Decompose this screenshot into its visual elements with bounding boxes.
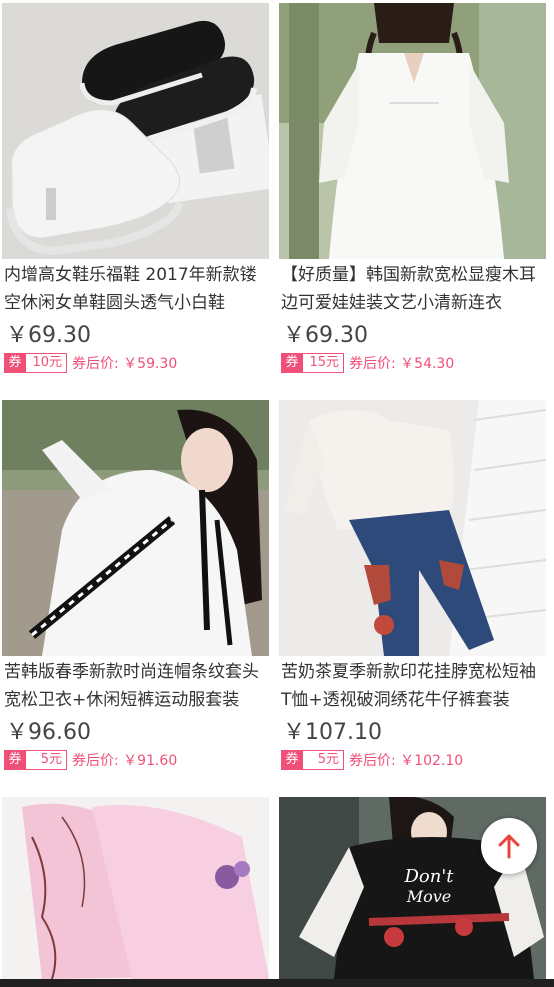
product-title[interactable]: 内增高女鞋乐福鞋 2017年新款镂空休闲女单鞋圆头透气小白鞋	[4, 261, 266, 317]
coupon-badge: 券	[4, 750, 26, 770]
coupon-row: 券 5元 券后价: ￥91.60	[4, 750, 177, 770]
product-card[interactable]	[2, 797, 269, 979]
back-to-top-button[interactable]	[481, 818, 537, 874]
after-coupon-price: 券后价: ￥91.60	[72, 753, 178, 769]
product-card[interactable]: 内增高女鞋乐福鞋 2017年新款镂空休闲女单鞋圆头透气小白鞋 ￥69.30 券 …	[2, 3, 269, 383]
coupon-value: 5元	[26, 750, 67, 770]
product-title[interactable]: 苦奶茶夏季新款印花挂脖宽松短袖T恤+透视破洞绣花牛仔裤套装	[281, 658, 543, 714]
product-price: ￥107.10	[283, 720, 382, 745]
coupon-row: 券 10元 券后价: ￥59.30	[4, 353, 177, 373]
svg-text:Don't: Don't	[403, 866, 454, 887]
product-image[interactable]	[2, 797, 269, 979]
coupon-value: 10元	[26, 353, 67, 373]
product-card[interactable]: 苦韩版春季新款时尚连帽条纹套头宽松卫衣+休闲短裤运动服套装 ￥96.60 券 5…	[2, 400, 269, 780]
product-card[interactable]: 【好质量】韩国新款宽松显瘦木耳边可爱娃娃装文艺小清新连衣 ￥69.30 券 15…	[279, 3, 546, 383]
product-price: ￥96.60	[6, 720, 91, 745]
product-image[interactable]	[279, 3, 546, 259]
after-coupon-price: 券后价: ￥59.30	[72, 356, 178, 372]
coupon-value: 15元	[303, 353, 344, 373]
product-title[interactable]: 苦韩版春季新款时尚连帽条纹套头宽松卫衣+休闲短裤运动服套装	[4, 658, 266, 714]
product-title[interactable]: 【好质量】韩国新款宽松显瘦木耳边可爱娃娃装文艺小清新连衣	[281, 261, 543, 317]
product-price: ￥69.30	[6, 323, 91, 348]
coupon-badge: 券	[4, 353, 26, 373]
product-price: ￥69.30	[283, 323, 368, 348]
coupon-row: 券 15元 券后价: ￥54.30	[281, 353, 454, 373]
product-image[interactable]	[2, 400, 269, 656]
product-image[interactable]	[279, 400, 546, 656]
bottom-edge	[0, 979, 554, 987]
coupon-row: 券 5元 券后价: ￥102.10	[281, 750, 463, 770]
coupon-badge: 券	[281, 750, 303, 770]
svg-text:Move: Move	[406, 887, 452, 906]
arrow-up-icon	[498, 834, 520, 859]
after-coupon-price: 券后价: ￥54.30	[349, 356, 455, 372]
after-coupon-price: 券后价: ￥102.10	[349, 753, 464, 769]
coupon-badge: 券	[281, 353, 303, 373]
product-image[interactable]	[2, 3, 269, 259]
product-card[interactable]: 苦奶茶夏季新款印花挂脖宽松短袖T恤+透视破洞绣花牛仔裤套装 ￥107.10 券 …	[279, 400, 546, 780]
coupon-value: 5元	[303, 750, 344, 770]
